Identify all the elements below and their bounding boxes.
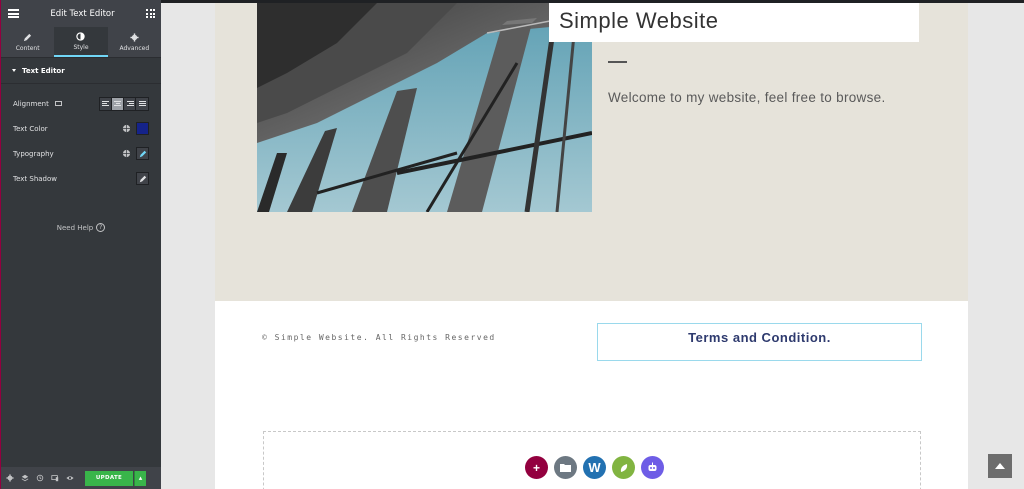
pencil-icon [139,175,146,182]
scroll-to-top-button[interactable] [988,454,1012,478]
responsive-icon[interactable] [51,474,59,482]
hero-architecture-image[interactable] [257,3,592,212]
alignment-control: Alignment [1,91,161,116]
leaf-icon [620,463,627,472]
desktop-device-icon[interactable] [54,101,62,106]
add-template-button[interactable] [554,456,577,479]
pencil-icon [139,150,146,157]
title-divider [608,61,627,63]
tab-style-label: Style [73,43,89,51]
add-section-dropzone[interactable]: + W [263,431,921,489]
terms-link[interactable]: Terms and Condition. [688,330,831,345]
section-text-editor[interactable]: Text Editor [1,58,161,84]
layers-icon[interactable] [21,474,29,482]
tab-advanced[interactable]: Advanced [108,27,161,57]
text-color-label: Text Color [13,124,48,133]
caret-down-icon [12,69,16,72]
panel-footer: UPDATE ▴ [1,467,161,489]
align-center-button[interactable] [112,97,124,110]
welcome-text[interactable]: Welcome to my website, feel free to brow… [608,90,886,105]
text-color-swatch[interactable] [136,122,149,135]
global-colors-icon[interactable] [120,122,133,135]
ai-robot-button[interactable] [641,456,664,479]
wordpress-button[interactable]: W [583,456,606,479]
folder-icon [560,464,571,472]
copyright-text[interactable]: © Simple Website. All Rights Reserved [262,333,496,342]
update-button[interactable]: UPDATE [85,470,133,486]
global-typography-icon[interactable] [120,147,133,160]
add-section-button[interactable]: + [525,456,548,479]
typography-label: Typography [13,149,54,158]
align-justify-button[interactable] [136,97,148,110]
alignment-label: Alignment [13,99,49,108]
envato-button[interactable] [612,456,635,479]
tab-content-label: Content [15,44,40,52]
question-circle-icon: ? [96,223,106,232]
need-help-link[interactable]: Need Help ? [1,223,161,232]
arrow-up-icon [995,463,1005,469]
text-shadow-control: Text Shadow [1,166,161,191]
preview-eye-icon[interactable] [66,474,74,482]
terms-link-box[interactable]: Terms and Condition. [597,323,922,361]
pencil-icon [24,33,32,41]
site-title[interactable]: Simple Website [549,3,919,42]
update-options-caret-icon[interactable]: ▴ [134,470,146,486]
panel-header: Edit Text Editor [1,0,161,27]
tab-style[interactable]: Style [54,27,108,57]
website-page: Simple Website Welcome to my website, fe… [215,3,968,489]
text-shadow-edit-button[interactable] [136,172,149,185]
history-icon[interactable] [36,474,44,482]
gear-icon [130,32,139,42]
widgets-grid-icon[interactable] [146,9,155,18]
half-circle-icon [76,31,86,41]
tab-advanced-label: Advanced [119,44,150,52]
panel-title: Edit Text Editor [50,8,115,19]
panel-tabs: Content Style Advanced [1,27,161,58]
hero-section[interactable]: Simple Website Welcome to my website, fe… [215,3,968,301]
typography-edit-button[interactable] [136,147,149,160]
text-color-control: Text Color [1,116,161,141]
style-controls: Alignment Text Color Typography Text Sha… [1,91,161,191]
hamburger-menu-icon[interactable] [8,9,19,18]
typography-control: Typography [1,141,161,166]
need-help-label: Need Help [56,223,94,232]
settings-icon[interactable] [6,474,14,482]
text-shadow-label: Text Shadow [13,174,58,183]
align-left-button[interactable] [100,97,112,110]
tab-content[interactable]: Content [1,27,54,57]
editor-panel: Edit Text Editor Content Style Advanced … [0,0,161,489]
preview-canvas: Simple Website Welcome to my website, fe… [161,0,1024,489]
robot-icon [648,462,657,471]
alignment-choices [99,96,149,111]
section-title: Text Editor [22,66,65,75]
align-right-button[interactable] [124,97,136,110]
